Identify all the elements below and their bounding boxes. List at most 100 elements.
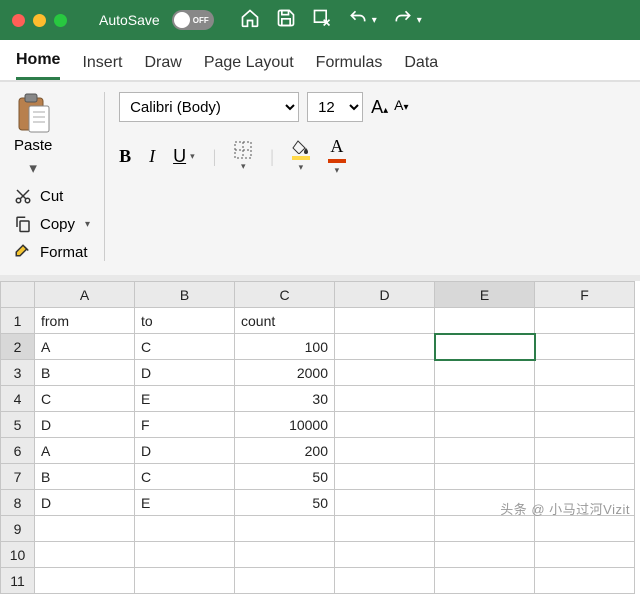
minimize-icon[interactable] [33,14,46,27]
cell-F2[interactable] [535,334,635,360]
cell-A7[interactable]: B [35,464,135,490]
cell-B2[interactable]: C [135,334,235,360]
cell-B1[interactable]: to [135,308,235,334]
cell-D3[interactable] [335,360,435,386]
cell-F6[interactable] [535,438,635,464]
increase-font-button[interactable]: A▴ [371,97,388,118]
row-header-4[interactable]: 4 [1,386,35,412]
cell-F3[interactable] [535,360,635,386]
cell-F1[interactable] [535,308,635,334]
cell-B3[interactable]: D [135,360,235,386]
cell-C5[interactable]: 10000 [235,412,335,438]
cell-F11[interactable] [535,568,635,594]
row-header-11[interactable]: 11 [1,568,35,594]
column-header-A[interactable]: A [35,282,135,308]
cell-C9[interactable] [235,516,335,542]
cell-E6[interactable] [435,438,535,464]
tab-page-layout[interactable]: Page Layout [204,54,294,80]
row-header-8[interactable]: 8 [1,490,35,516]
row-header-7[interactable]: 7 [1,464,35,490]
decrease-font-button[interactable]: A▾ [394,97,408,118]
paste-button[interactable]: Paste ▾ [14,92,52,177]
italic-button[interactable]: I [149,146,155,167]
cell-B8[interactable]: E [135,490,235,516]
format-painter-button[interactable]: Format [14,243,90,261]
cell-C8[interactable]: 50 [235,490,335,516]
cell-F10[interactable] [535,542,635,568]
cell-F9[interactable] [535,516,635,542]
close-icon[interactable] [12,14,25,27]
cell-B10[interactable] [135,542,235,568]
cell-D2[interactable] [335,334,435,360]
row-header-3[interactable]: 3 [1,360,35,386]
underline-button[interactable]: U▾ [173,146,195,167]
cell-E2[interactable] [435,334,535,360]
cell-F7[interactable] [535,464,635,490]
cell-E11[interactable] [435,568,535,594]
undo-caret-icon[interactable]: ▾ [372,15,377,26]
cell-B6[interactable]: D [135,438,235,464]
cell-B9[interactable] [135,516,235,542]
cell-C1[interactable]: count [235,308,335,334]
fill-color-button[interactable]: ▾ [292,140,310,173]
cell-D9[interactable] [335,516,435,542]
font-size-select[interactable]: 12 [307,92,363,122]
tab-draw[interactable]: Draw [144,54,181,80]
cell-D8[interactable] [335,490,435,516]
row-header-9[interactable]: 9 [1,516,35,542]
cell-C3[interactable]: 2000 [235,360,335,386]
autosave-toggle[interactable]: OFF [172,10,214,30]
cell-D1[interactable] [335,308,435,334]
cell-A6[interactable]: A [35,438,135,464]
cell-E4[interactable] [435,386,535,412]
save-icon[interactable] [276,8,296,33]
row-header-2[interactable]: 2 [1,334,35,360]
maximize-icon[interactable] [54,14,67,27]
cell-A9[interactable] [35,516,135,542]
cell-B11[interactable] [135,568,235,594]
cell-A2[interactable]: A [35,334,135,360]
column-header-D[interactable]: D [335,282,435,308]
redo-caret-icon[interactable]: ▾ [417,15,422,26]
cell-E1[interactable] [435,308,535,334]
cell-C11[interactable] [235,568,335,594]
tab-insert[interactable]: Insert [82,54,122,80]
cell-A10[interactable] [35,542,135,568]
cell-B5[interactable]: F [135,412,235,438]
home-icon[interactable] [240,8,260,33]
cell-E5[interactable] [435,412,535,438]
tab-home[interactable]: Home [16,51,60,80]
cell-A11[interactable] [35,568,135,594]
tab-data[interactable]: Data [404,54,438,80]
row-header-1[interactable]: 1 [1,308,35,334]
cut-button[interactable]: Cut [14,187,90,205]
spreadsheet-grid[interactable]: ABCDEF 1fromtocount2AC1003BD20004CE305DF… [0,281,640,594]
cell-C2[interactable]: 100 [235,334,335,360]
row-header-10[interactable]: 10 [1,542,35,568]
undo-icon[interactable] [348,8,368,33]
bold-button[interactable]: B [119,146,131,167]
cell-D10[interactable] [335,542,435,568]
cell-D7[interactable] [335,464,435,490]
font-color-button[interactable]: A ▾ [328,136,346,176]
cell-D6[interactable] [335,438,435,464]
cell-C7[interactable]: 50 [235,464,335,490]
redo-icon[interactable] [393,8,413,33]
cell-E9[interactable] [435,516,535,542]
column-header-E[interactable]: E [435,282,535,308]
cell-E7[interactable] [435,464,535,490]
cell-A8[interactable]: D [35,490,135,516]
font-name-select[interactable]: Calibri (Body) [119,92,299,122]
borders-button[interactable]: ▾ [234,141,252,172]
cell-E10[interactable] [435,542,535,568]
cell-A3[interactable]: B [35,360,135,386]
tab-formulas[interactable]: Formulas [316,54,383,80]
column-header-F[interactable]: F [535,282,635,308]
cell-C4[interactable]: 30 [235,386,335,412]
cell-D4[interactable] [335,386,435,412]
cell-C10[interactable] [235,542,335,568]
edit-icon[interactable] [312,8,332,33]
cell-A4[interactable]: C [35,386,135,412]
column-header-C[interactable]: C [235,282,335,308]
cell-A5[interactable]: D [35,412,135,438]
